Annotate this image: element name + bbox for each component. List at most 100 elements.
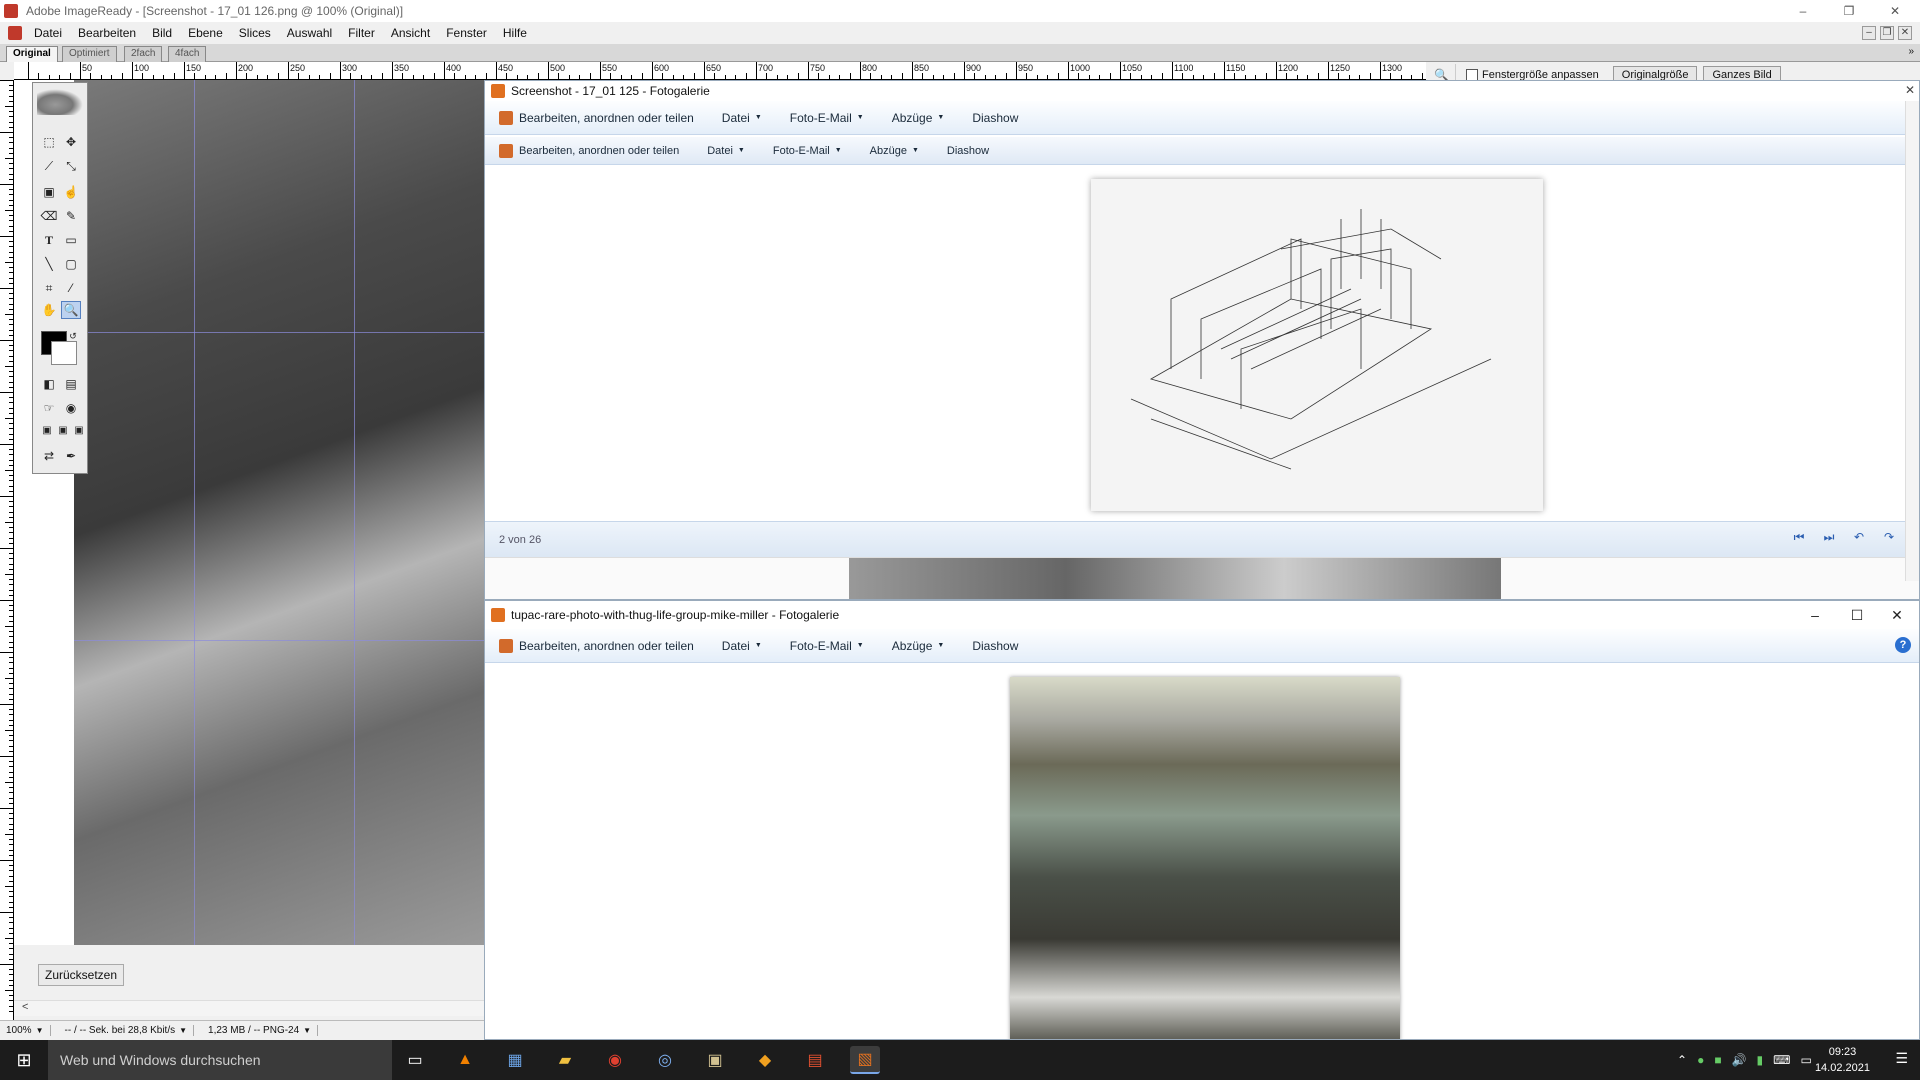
edit-organize-share-button[interactable]: Bearbeiten, anordnen oder teilen — [485, 143, 693, 158]
menu-filter[interactable]: Filter — [340, 26, 383, 40]
notifications-icon[interactable]: ☰ — [1895, 1050, 1908, 1067]
close-button[interactable]: ✕ — [1872, 0, 1918, 22]
zoom-tool-icon[interactable]: 🔍 — [61, 301, 81, 319]
prints-menu-button[interactable]: Abzüge ▼ — [878, 111, 959, 125]
edit-organize-share-button[interactable]: Bearbeiten, anordnen oder teilen — [485, 638, 708, 653]
minimize-button[interactable]: – — [1795, 605, 1835, 625]
chrome-icon[interactable]: ◉ — [600, 1046, 630, 1074]
slideshow-button[interactable]: Diashow — [933, 145, 1003, 157]
photo-email-button[interactable]: Foto-E-Mail ▼ — [776, 639, 878, 653]
menu-hilfe[interactable]: Hilfe — [495, 26, 535, 40]
menu-fenster[interactable]: Fenster — [438, 26, 495, 40]
imagemap-select-tool-icon[interactable]: ☝ — [61, 183, 81, 201]
image-viewer-icon[interactable]: ▣ — [700, 1046, 730, 1074]
task-view-icon[interactable]: ▭ — [400, 1046, 430, 1074]
doc-restore-icon[interactable]: ❐ — [1880, 26, 1894, 40]
photos-app-icon[interactable]: ▦ — [500, 1046, 530, 1074]
windows-start-icon[interactable]: ⊞ — [0, 1040, 48, 1080]
menu-ebene[interactable]: Ebene — [180, 26, 231, 40]
menu-datei[interactable]: Datei — [26, 26, 70, 40]
maximize-button[interactable]: ☐ — [1837, 605, 1877, 625]
jump-to-photoshop-icon[interactable]: ⇄ — [39, 447, 59, 465]
eyedropper-tool-icon[interactable]: ⁄ — [61, 279, 81, 297]
rounded-rect-tool-icon[interactable]: ▢ — [61, 255, 81, 273]
minimize-button[interactable]: – — [1780, 0, 1826, 22]
rollover-preview-icon[interactable]: ☞ — [39, 399, 59, 417]
tab-optimiert[interactable]: Optimiert — [62, 46, 117, 62]
volume-icon[interactable]: 🔊 — [1732, 1053, 1747, 1067]
paint-app-icon[interactable]: ◆ — [750, 1046, 780, 1074]
chevron-up-icon[interactable]: ⌃ — [1677, 1053, 1687, 1067]
photo-email-button[interactable]: Foto-E-Mail ▼ — [776, 111, 878, 125]
browser-icon[interactable]: ◎ — [650, 1046, 680, 1074]
slice-select-tool-icon[interactable]: ⤡ — [61, 157, 81, 175]
close-icon[interactable]: ✕ — [1905, 83, 1915, 97]
slice-tool-icon[interactable]: ⟋ — [39, 157, 59, 175]
vertical-scrollbar[interactable] — [1905, 101, 1919, 581]
menu-slices[interactable]: Slices — [231, 26, 279, 40]
swap-colors-icon[interactable]: ↺ — [63, 327, 83, 345]
menu-bild[interactable]: Bild — [144, 26, 180, 40]
network-activity-icon[interactable]: ▮ — [1757, 1053, 1764, 1067]
hand-tool-icon[interactable]: ✋ — [39, 301, 59, 319]
tab-original[interactable]: Original — [6, 46, 58, 62]
photo-gallery-taskbar-icon[interactable]: ▧ — [850, 1046, 880, 1074]
previous-image-icon[interactable]: ⏮ — [1789, 530, 1809, 548]
crop-tool-icon[interactable]: ⌗ — [39, 279, 59, 297]
file-menu-button[interactable]: Datei ▼ — [708, 639, 776, 653]
mask-mode-icon[interactable]: ◧ — [39, 375, 59, 393]
document-icon[interactable] — [8, 26, 22, 40]
file-menu-button[interactable]: Datei ▼ — [693, 145, 759, 157]
prints-menu-button[interactable]: Abzüge ▼ — [856, 145, 933, 157]
close-button[interactable]: ✕ — [1877, 605, 1917, 625]
slideshow-button[interactable]: Diashow — [958, 639, 1032, 653]
file-menu-button[interactable]: Datei ▼ — [708, 111, 776, 125]
marquee-tool-icon[interactable]: ⬚ — [39, 133, 59, 151]
taskbar-clock[interactable]: 09:23 14.02.2021 — [1815, 1044, 1870, 1076]
rotate-left-icon[interactable]: ↶ — [1849, 530, 1869, 548]
brush-tool-icon[interactable]: ✎ — [61, 207, 81, 225]
security-icon[interactable]: ● — [1697, 1053, 1704, 1067]
restore-button[interactable]: ❐ — [1826, 0, 1872, 22]
scroll-left-icon[interactable]: < — [22, 1001, 28, 1013]
panel-expand-icon[interactable]: » — [1908, 46, 1914, 57]
pen-icon[interactable]: ✒ — [61, 447, 81, 465]
reset-button[interactable]: Zurücksetzen — [38, 964, 125, 986]
menu-auswahl[interactable]: Auswahl — [279, 26, 340, 40]
doc-close-icon[interactable]: ✕ — [1898, 26, 1912, 40]
eraser-tool-icon[interactable]: ⌫ — [39, 207, 59, 225]
tab-2fach[interactable]: 2fach — [124, 46, 163, 62]
prints-menu-button[interactable]: Abzüge ▼ — [878, 639, 959, 653]
help-icon[interactable]: ? — [1895, 637, 1911, 653]
photo-email-button[interactable]: Foto-E-Mail ▼ — [759, 145, 856, 157]
browser-preview-icon[interactable]: ◉ — [61, 399, 81, 417]
network-icon[interactable]: ▭ — [1800, 1053, 1811, 1067]
type-tool-icon[interactable]: T — [39, 231, 59, 249]
screen-mode-full-icon[interactable]: ▣ — [69, 421, 89, 439]
fit-window-checkbox[interactable] — [1466, 68, 1478, 81]
imageready-taskbar-icon[interactable]: ▤ — [800, 1046, 830, 1074]
move-tool-icon[interactable]: ✥ — [61, 133, 81, 151]
taskbar-search-box[interactable]: Web und Windows durchsuchen — [48, 1040, 392, 1080]
download-speed-field[interactable]: -- / -- Sek. bei 28,8 Kbit/s ▼ — [59, 1025, 195, 1036]
doc-minimize-icon[interactable]: – — [1862, 26, 1876, 40]
file-size-field[interactable]: 1,23 MB / -- PNG-24 ▼ — [202, 1025, 319, 1036]
edit-organize-share-button[interactable]: Bearbeiten, anordnen oder teilen — [485, 110, 708, 125]
vlc-icon[interactable]: ▲ — [450, 1046, 480, 1074]
line-tool-icon[interactable]: ╲ — [39, 255, 59, 273]
filmstrip-thumbnail[interactable] — [849, 558, 1501, 599]
keyboard-icon[interactable]: ⌨ — [1773, 1053, 1790, 1067]
tab-4fach[interactable]: 4fach — [168, 46, 207, 62]
menu-ansicht[interactable]: Ansicht — [383, 26, 438, 40]
imagemap-tool-icon[interactable]: ▣ — [39, 183, 59, 201]
menu-bearbeiten[interactable]: Bearbeiten — [70, 26, 144, 40]
slideshow-button[interactable]: Diashow — [958, 111, 1032, 125]
nvidia-icon[interactable]: ■ — [1714, 1053, 1721, 1067]
rotate-right-icon[interactable]: ↷ — [1879, 530, 1899, 548]
file-explorer-icon[interactable]: ▰ — [550, 1046, 580, 1074]
preview-icon[interactable]: ▤ — [61, 375, 81, 393]
rectangle-tool-icon[interactable]: ▭ — [61, 231, 81, 249]
zoom-level-field[interactable]: 100% ▼ — [0, 1025, 51, 1036]
next-image-icon[interactable]: ⏭ — [1819, 530, 1839, 548]
horizontal-scrollbar[interactable]: < — [14, 1000, 484, 1016]
